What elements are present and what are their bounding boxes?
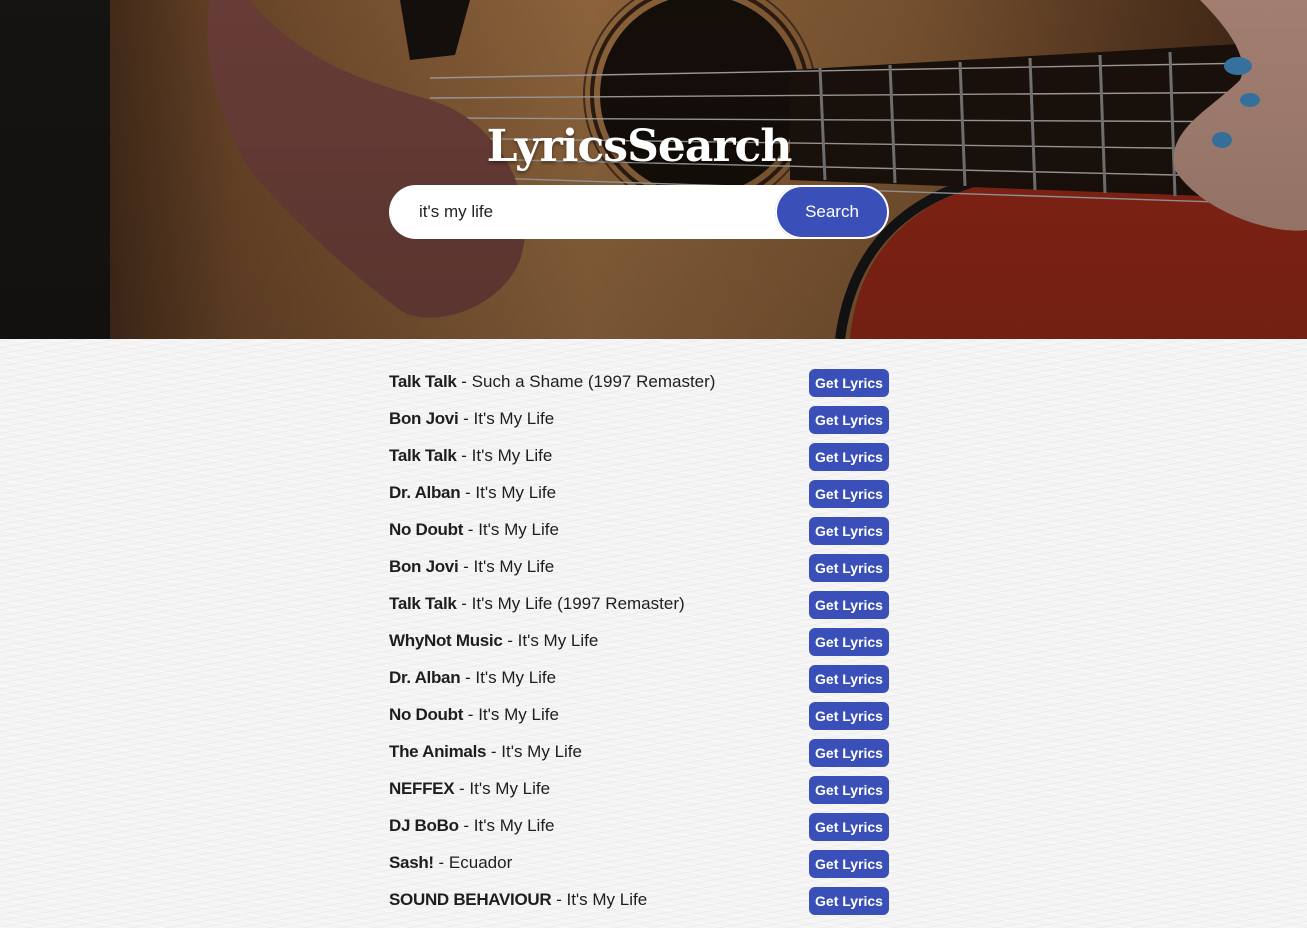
song-entry: Bon Jovi - It's My Life — [389, 409, 554, 429]
artist-name: SOUND BEHAVIOUR — [389, 890, 552, 909]
list-item: Bon Jovi - It's My Life Get Lyrics — [389, 551, 889, 588]
song-title: It's My Life — [471, 446, 553, 465]
separator: - — [486, 742, 502, 761]
get-lyrics-button[interactable]: Get Lyrics — [809, 554, 889, 582]
artist-name: Sash! — [389, 853, 434, 872]
song-title: It's My Life — [478, 705, 559, 724]
song-entry: SOUND BEHAVIOUR - It's My Life — [389, 890, 647, 910]
separator: - — [456, 372, 472, 391]
list-item: WhyNot Music - It's My Life Get Lyrics — [389, 625, 889, 662]
separator: - — [456, 594, 472, 613]
list-item: Talk Talk - It's My Life (1997 Remaster)… — [389, 588, 889, 625]
list-item: Bon Jovi - It's My Life Get Lyrics — [389, 403, 889, 440]
list-item: Talk Talk - Such a Shame (1997 Remaster)… — [389, 366, 889, 403]
list-item: Dr. Alban - It's My Life Get Lyrics — [389, 662, 889, 699]
list-item: Dr. Alban - It's My Life Get Lyrics — [389, 477, 889, 514]
song-title: It's My Life — [473, 557, 555, 576]
separator: - — [502, 631, 518, 650]
song-title: It's My Life — [501, 742, 582, 761]
separator: - — [551, 890, 567, 909]
separator: - — [454, 779, 470, 798]
artist-name: Talk Talk — [389, 446, 457, 465]
get-lyrics-button[interactable]: Get Lyrics — [809, 443, 889, 471]
list-item: Talk Talk - It's My Life Get Lyrics — [389, 440, 889, 477]
artist-name: Dr. Alban — [389, 668, 461, 687]
artist-name: NEFFEX — [389, 779, 455, 798]
song-title: It's My Life — [473, 816, 555, 835]
artist-name: Talk Talk — [389, 594, 457, 613]
separator: - — [458, 816, 474, 835]
song-entry: DJ BoBo - It's My Life — [389, 816, 555, 836]
artist-name: Dr. Alban — [389, 483, 461, 502]
song-title: Such a Shame (1997 Remaster) — [471, 372, 716, 391]
get-lyrics-button[interactable]: Get Lyrics — [809, 628, 889, 656]
song-title: It's My Life — [475, 668, 557, 687]
artist-name: The Animals — [389, 742, 487, 761]
song-entry: Bon Jovi - It's My Life — [389, 557, 554, 577]
search-input[interactable] — [389, 185, 799, 239]
separator: - — [456, 446, 472, 465]
song-title: It's My Life — [517, 631, 599, 650]
artist-name: Bon Jovi — [389, 557, 459, 576]
artist-name: Talk Talk — [389, 372, 457, 391]
separator: - — [463, 520, 479, 539]
song-title: It's My Life — [473, 409, 555, 428]
separator: - — [433, 853, 449, 872]
artist-name: No Doubt — [389, 520, 464, 539]
song-title: Ecuador — [448, 853, 513, 872]
search-form: Search — [389, 185, 889, 239]
get-lyrics-button[interactable]: Get Lyrics — [809, 776, 889, 804]
song-title: It's My Life — [566, 890, 648, 909]
song-entry: Dr. Alban - It's My Life — [389, 668, 556, 688]
separator: - — [458, 557, 474, 576]
separator: - — [463, 705, 479, 724]
get-lyrics-button[interactable]: Get Lyrics — [809, 665, 889, 693]
get-lyrics-button[interactable]: Get Lyrics — [809, 406, 889, 434]
get-lyrics-button[interactable]: Get Lyrics — [809, 591, 889, 619]
song-entry: Dr. Alban - It's My Life — [389, 483, 556, 503]
list-item: Sash! - Ecuador Get Lyrics — [389, 847, 889, 884]
list-item: DJ BoBo - It's My Life Get Lyrics — [389, 810, 889, 847]
get-lyrics-button[interactable]: Get Lyrics — [809, 887, 889, 915]
separator: - — [460, 668, 476, 687]
get-lyrics-button[interactable]: Get Lyrics — [809, 480, 889, 508]
separator: - — [460, 483, 476, 502]
get-lyrics-button[interactable]: Get Lyrics — [809, 813, 889, 841]
list-item: SOUND BEHAVIOUR - It's My Life Get Lyric… — [389, 884, 889, 921]
song-entry: No Doubt - It's My Life — [389, 705, 559, 725]
get-lyrics-button[interactable]: Get Lyrics — [809, 850, 889, 878]
site-title: LyricsSearch — [486, 121, 793, 173]
hero-banner: LyricsSearch Search — [0, 0, 1307, 339]
artist-name: WhyNot Music — [389, 631, 503, 650]
list-item: The Animals - It's My Life Get Lyrics — [389, 736, 889, 773]
song-entry: Sash! - Ecuador — [389, 853, 512, 873]
song-title: It's My Life — [475, 483, 557, 502]
get-lyrics-button[interactable]: Get Lyrics — [809, 369, 889, 397]
song-title: It's My Life — [478, 520, 559, 539]
list-item: No Doubt - It's My Life Get Lyrics — [389, 699, 889, 736]
get-lyrics-button[interactable]: Get Lyrics — [809, 702, 889, 730]
song-entry: NEFFEX - It's My Life — [389, 779, 550, 799]
song-title: It's My Life (1997 Remaster) — [471, 594, 685, 613]
artist-name: No Doubt — [389, 705, 464, 724]
search-button[interactable]: Search — [775, 185, 889, 239]
get-lyrics-button[interactable]: Get Lyrics — [809, 517, 889, 545]
artist-name: DJ BoBo — [389, 816, 459, 835]
song-entry: No Doubt - It's My Life — [389, 520, 559, 540]
list-item: NEFFEX - It's My Life Get Lyrics — [389, 773, 889, 810]
song-entry: WhyNot Music - It's My Life — [389, 631, 598, 651]
song-entry: Talk Talk - It's My Life (1997 Remaster) — [389, 594, 685, 614]
song-entry: Talk Talk - Such a Shame (1997 Remaster) — [389, 372, 715, 392]
song-entry: Talk Talk - It's My Life — [389, 446, 552, 466]
song-title: It's My Life — [469, 779, 551, 798]
list-item: No Doubt - It's My Life Get Lyrics — [389, 514, 889, 551]
results-list: Talk Talk - Such a Shame (1997 Remaster)… — [389, 366, 889, 921]
artist-name: Bon Jovi — [389, 409, 459, 428]
get-lyrics-button[interactable]: Get Lyrics — [809, 739, 889, 767]
separator: - — [458, 409, 474, 428]
song-entry: The Animals - It's My Life — [389, 742, 582, 762]
